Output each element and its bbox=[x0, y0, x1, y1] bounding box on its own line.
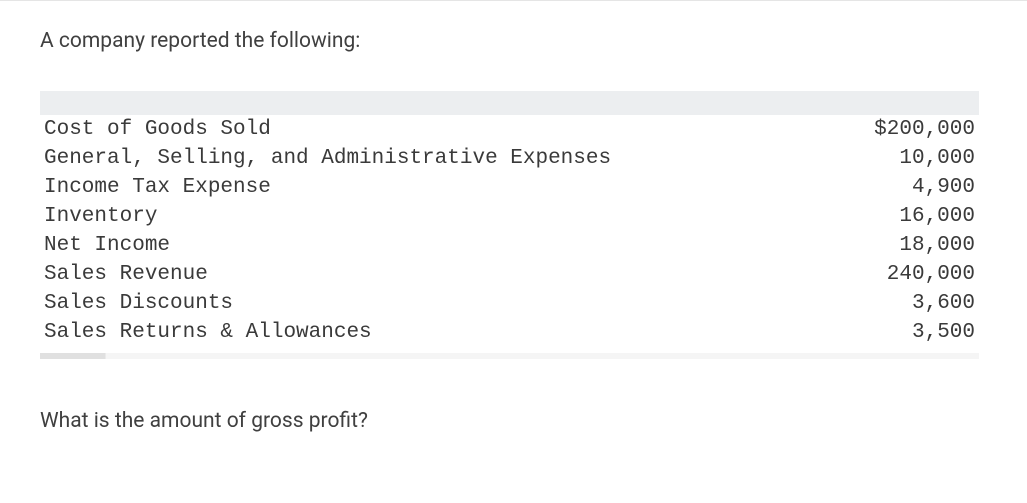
table-footer-bar bbox=[40, 353, 979, 359]
row-value: $200,000 bbox=[874, 118, 975, 141]
row-label: Sales Revenue bbox=[44, 263, 208, 286]
question-page: A company reported the following: Cost o… bbox=[0, 0, 1027, 503]
row-label: Income Tax Expense bbox=[44, 176, 271, 199]
row-label: Net Income bbox=[44, 234, 170, 257]
row-value: 16,000 bbox=[899, 205, 975, 228]
row-value: 4,900 bbox=[912, 176, 975, 199]
row-value: 3,600 bbox=[912, 292, 975, 315]
table-row: Sales Revenue 240,000 bbox=[40, 260, 979, 289]
row-label: Cost of Goods Sold bbox=[44, 118, 271, 141]
row-label: Sales Returns & Allowances bbox=[44, 321, 372, 344]
table-row: Income Tax Expense 4,900 bbox=[40, 173, 979, 202]
table-row: Cost of Goods Sold $200,000 bbox=[40, 115, 979, 144]
row-value: 240,000 bbox=[887, 263, 975, 286]
row-value: 18,000 bbox=[899, 234, 975, 257]
table-row: Sales Returns & Allowances 3,500 bbox=[40, 318, 979, 347]
row-label: Sales Discounts bbox=[44, 292, 233, 315]
table-row: General, Selling, and Administrative Exp… bbox=[40, 144, 979, 173]
data-table: Cost of Goods Sold $200,000 General, Sel… bbox=[40, 91, 979, 359]
question-text: What is the amount of gross profit? bbox=[40, 409, 979, 433]
table-row: Inventory 16,000 bbox=[40, 202, 979, 231]
row-label: General, Selling, and Administrative Exp… bbox=[44, 147, 611, 170]
table-row: Net Income 18,000 bbox=[40, 231, 979, 260]
question-intro: A company reported the following: bbox=[40, 29, 979, 53]
row-value: 3,500 bbox=[912, 321, 975, 344]
row-label: Inventory bbox=[44, 205, 157, 228]
table-header-bar bbox=[40, 91, 979, 115]
table-row: Sales Discounts 3,600 bbox=[40, 289, 979, 318]
row-value: 10,000 bbox=[899, 147, 975, 170]
